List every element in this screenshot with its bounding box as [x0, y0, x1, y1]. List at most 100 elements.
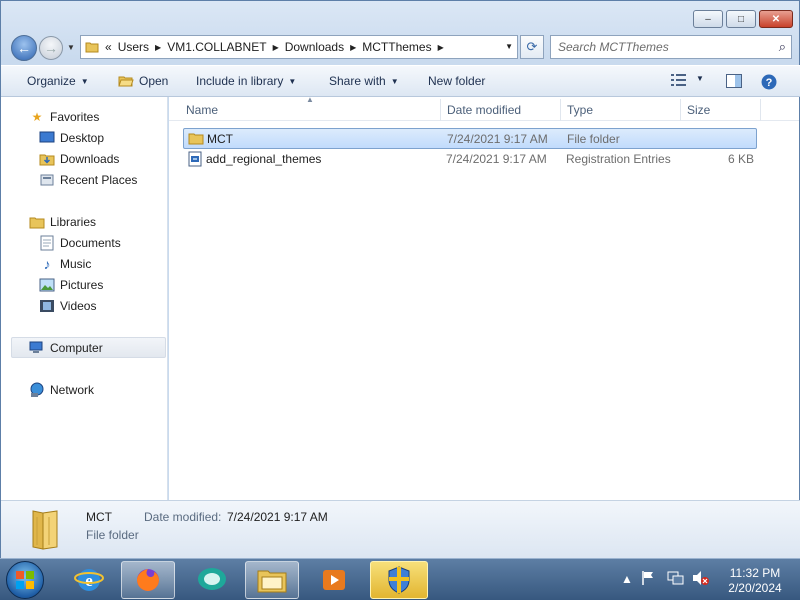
address-dropdown-icon[interactable]: ▼ — [505, 42, 513, 51]
taskbar: e ▲ 11:32 PM 2/20/2024 — [0, 558, 800, 600]
nav-item-videos[interactable]: Videos — [39, 298, 96, 314]
nav-label: Favorites — [50, 110, 100, 124]
taskbar-security-prompt[interactable] — [370, 561, 428, 599]
column-date-modified[interactable]: Date modified — [447, 103, 521, 117]
network-status-icon[interactable] — [667, 570, 685, 589]
maximize-button[interactable]: □ — [726, 10, 756, 28]
nav-item-desktop[interactable]: Desktop — [39, 130, 104, 146]
breadcrumb-label: MCTThemes — [362, 40, 432, 54]
include-in-library-button[interactable]: Include in library ▼ — [196, 74, 296, 88]
column-type[interactable]: Type — [567, 103, 593, 117]
breadcrumb-downloads[interactable]: Downloads ▶ — [285, 40, 357, 54]
share-with-label: Share with — [329, 74, 386, 88]
back-button[interactable]: ← — [11, 35, 37, 61]
open-label: Open — [139, 74, 169, 88]
view-options-dropdown[interactable]: ▼ — [696, 74, 704, 83]
chevron-down-icon: ▼ — [80, 76, 89, 86]
search-icon[interactable]: ⌕ — [779, 39, 786, 55]
folder-open-icon — [118, 76, 134, 87]
details-date-label: Date modified: — [144, 510, 222, 524]
nav-item-music[interactable]: ♪ Music — [39, 256, 92, 272]
taskbar-media-player[interactable] — [307, 561, 361, 599]
minimize-icon: ‒ — [705, 13, 711, 25]
nav-item-recent-places[interactable]: Recent Places — [39, 172, 137, 188]
chevron-right-icon[interactable]: ▶ — [155, 43, 161, 52]
column-divider[interactable] — [440, 99, 441, 121]
breadcrumb-vm1-collabnet[interactable]: VM1.COLLABNET ▶ — [167, 40, 279, 54]
start-button[interactable] — [6, 561, 44, 599]
preview-pane-icon — [726, 74, 742, 88]
large-folder-icon — [32, 510, 58, 550]
taskbar-chat-app[interactable] — [185, 561, 239, 599]
breadcrumb-mctthemes[interactable]: MCTThemes ▶ — [362, 40, 444, 54]
nav-item-network[interactable]: Network — [29, 382, 94, 398]
change-view-button[interactable] — [671, 74, 687, 86]
chevron-right-icon[interactable]: ▶ — [438, 43, 444, 52]
file-name: add_regional_themes — [206, 152, 322, 166]
new-folder-label: New folder — [428, 74, 486, 88]
show-hidden-icons-button[interactable]: ▲ — [621, 572, 633, 586]
breadcrumb-users[interactable]: Users ▶ — [118, 40, 162, 54]
back-arrow-icon: ← — [17, 40, 31, 56]
new-folder-button[interactable]: New folder — [428, 74, 485, 88]
taskbar-windows-explorer[interactable] — [245, 561, 299, 599]
share-with-button[interactable]: Share with ▼ — [329, 74, 399, 88]
volume-muted-icon[interactable] — [692, 570, 710, 589]
forward-button[interactable]: → — [39, 36, 63, 60]
maximize-icon: □ — [737, 13, 745, 25]
column-name[interactable]: Name — [186, 103, 218, 117]
firefox-icon — [137, 569, 159, 591]
nav-item-libraries[interactable]: Libraries — [29, 214, 96, 230]
title-bar[interactable]: ‒ □ ✕ — [1, 1, 800, 31]
nav-item-computer[interactable]: Computer — [29, 340, 103, 356]
details-date-value: 7/24/2021 9:17 AM — [227, 510, 328, 524]
close-button[interactable]: ✕ — [759, 10, 793, 28]
file-date: 7/24/2021 9:17 AM — [446, 152, 547, 166]
nav-item-downloads[interactable]: Downloads — [39, 151, 119, 167]
libraries-icon — [29, 214, 45, 230]
details-file-type: File folder — [86, 528, 139, 542]
chevron-right-icon[interactable]: ▶ — [273, 43, 279, 52]
open-button[interactable]: Open — [118, 74, 168, 88]
chevron-down-icon: ▼ — [390, 76, 399, 86]
file-row-mct[interactable]: MCT 7/24/2021 9:17 AM File folder — [183, 128, 757, 149]
pictures-icon — [39, 277, 55, 293]
help-button[interactable]: ? — [761, 74, 777, 90]
minimize-button[interactable]: ‒ — [693, 10, 723, 28]
network-icon — [29, 382, 45, 398]
organize-button[interactable]: Organize ▼ — [27, 74, 89, 88]
svg-text:?: ? — [766, 77, 773, 89]
nav-item-documents[interactable]: Documents — [39, 235, 121, 251]
sort-ascending-icon: ▲ — [306, 95, 314, 104]
chevron-right-icon[interactable]: ▶ — [350, 43, 356, 52]
taskbar-firefox[interactable] — [121, 561, 175, 599]
view-list-icon — [671, 74, 686, 86]
system-clock[interactable]: 11:32 PM 2/20/2024 — [716, 566, 794, 596]
taskbar-internet-explorer[interactable]: e — [62, 561, 116, 599]
downloads-folder-icon — [39, 151, 55, 167]
nav-label: Videos — [60, 299, 97, 313]
column-divider[interactable] — [560, 99, 561, 121]
column-divider[interactable] — [680, 99, 681, 121]
address-bar[interactable]: « Users ▶ VM1.COLLABNET ▶ Downloads ▶ MCTTh… — [80, 35, 518, 59]
command-bar: Organize ▼ Open Include in library ▼ Share… — [1, 65, 800, 97]
column-divider[interactable] — [760, 99, 761, 121]
folder-icon — [85, 42, 99, 53]
music-icon: ♪ — [43, 256, 51, 272]
column-size[interactable]: Size — [687, 103, 710, 117]
search-input[interactable]: Search MCTThemes ⌕ — [550, 35, 792, 59]
file-list-pane: ▲ Name Date modified Type Size MCT 7/24/… — [169, 95, 799, 500]
nav-item-favorites[interactable]: ★ Favorites — [29, 109, 100, 125]
registry-file-icon — [187, 151, 203, 170]
column-header-row: ▲ Name Date modified Type Size — [169, 95, 799, 121]
address-row: ← → ▼ « Users ▶ VM1.COLLABNET ▶ Downloads ▶… — [1, 31, 800, 63]
file-date: 7/24/2021 9:17 AM — [447, 132, 548, 146]
nav-item-pictures[interactable]: Pictures — [39, 277, 103, 293]
action-center-flag-icon[interactable] — [641, 570, 655, 589]
chevron-down-icon: ▼ — [696, 74, 704, 83]
breadcrumb-overflow[interactable]: « — [105, 40, 112, 54]
preview-pane-button[interactable] — [726, 74, 742, 88]
refresh-button[interactable]: ⟳ — [520, 35, 544, 59]
recent-pages-dropdown[interactable]: ▼ — [67, 43, 75, 52]
file-row-add-regional-themes[interactable]: add_regional_themes 7/24/2021 9:17 AM Re… — [183, 149, 757, 170]
